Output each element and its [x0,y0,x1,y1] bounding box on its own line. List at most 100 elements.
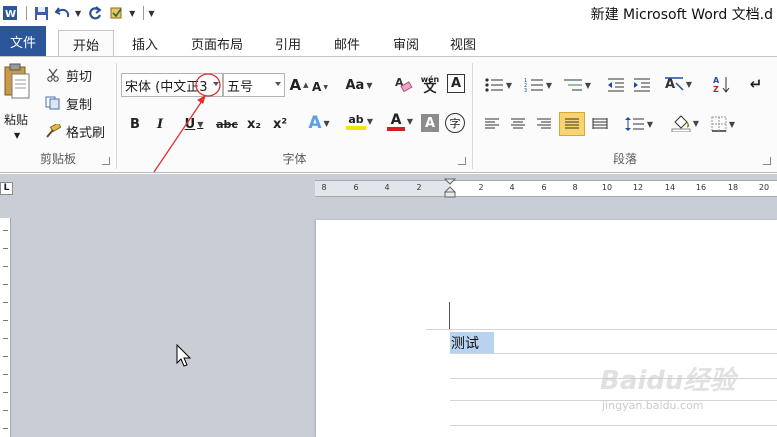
save-icon[interactable] [31,3,51,23]
increase-indent-button[interactable] [631,74,653,96]
font-name-combo[interactable]: 宋体 (中文正3 [121,73,223,97]
horizontal-ruler[interactable]: 8 6 4 2 2 4 6 8 10 12 14 16 18 20 [315,178,777,200]
vertical-ruler-tick [3,266,8,267]
qat-dropdown-icon[interactable]: ▼ [129,9,135,18]
font-size-dropdown-icon[interactable] [275,82,281,86]
tab-home[interactable]: 开始 [58,30,114,57]
font-group-label: 字体 [282,152,307,166]
tab-insert[interactable]: 插入 [122,30,168,56]
italic-icon: I [156,116,164,132]
font-size-value: 五号 [227,79,254,95]
bullets-button[interactable]: ▼ [481,74,515,96]
align-right-button[interactable] [533,113,555,135]
copy-label: 复制 [66,97,93,113]
redo-icon[interactable] [85,3,105,23]
paint-bucket-icon [671,115,691,132]
shrink-font-icon: A [312,80,322,94]
text-effects-button[interactable]: A ▼ [305,112,333,134]
distributed-button[interactable] [589,113,611,135]
shrink-font-button[interactable]: A ▼ [311,76,329,98]
line-spacing-button[interactable]: ▼ [623,113,655,135]
selected-text[interactable]: 测试 [450,332,494,353]
margin-corner-mark [449,302,450,329]
tab-mailings[interactable]: 邮件 [324,30,370,56]
multilevel-list-button[interactable]: ▼ [561,74,593,96]
increase-indent-icon [634,78,650,92]
decrease-indent-icon [608,78,624,92]
borders-button[interactable]: ▼ [707,113,739,135]
subscript-button[interactable]: x₂ [243,113,265,135]
copy-button[interactable]: 复制 [44,93,92,113]
sort-button[interactable]: AZ [711,73,733,95]
undo-icon[interactable] [53,3,73,23]
decrease-indent-button[interactable] [605,74,627,96]
ruler-tick-label: 6 [541,183,547,192]
ruler-tick-label: 8 [321,183,327,192]
change-case-button[interactable]: Aa ▼ [343,74,375,96]
chinese-layout-button[interactable]: A ▼ [663,73,693,95]
show-formatting-marks-button[interactable]: ↵ [745,73,767,95]
character-border-button[interactable]: A [447,74,465,93]
superscript-button[interactable]: x² [269,113,291,135]
svg-text:A: A [713,76,720,85]
font-name-dropdown-icon[interactable] [213,82,219,86]
svg-text:W: W [5,9,16,20]
paragraph-launcher-icon[interactable] [763,157,771,165]
ruler-tick-label: 6 [353,183,359,192]
paste-button[interactable]: 粘贴 ▼ [2,63,34,141]
cut-button[interactable]: 剪切 [44,65,92,85]
font-launcher-icon[interactable] [458,157,466,165]
character-shading-icon: A [424,115,436,131]
change-case-icon: Aa [345,77,365,93]
document-page[interactable]: 测试 [316,220,777,437]
align-center-button[interactable] [507,113,529,135]
highlight-button[interactable]: ab ▼ [339,111,373,133]
grow-font-button[interactable]: A ▲ [289,74,309,96]
numbering-button[interactable]: 1 2 3 ▼ [521,74,555,96]
qat-more-icon[interactable]: ▼ [148,9,154,18]
format-painter-button[interactable]: 格式刷 [44,121,105,141]
paste-dropdown-icon[interactable]: ▼ [14,131,20,140]
indent-marker-icon[interactable] [444,178,456,200]
tab-view[interactable]: 视图 [440,30,486,56]
numbering-icon: 123 [524,78,543,93]
align-right-icon [537,118,551,129]
paste-label: 粘贴 [4,113,29,127]
word-app-icon[interactable]: W [0,3,20,23]
tab-review[interactable]: 审阅 [384,30,428,56]
font-size-combo[interactable]: 五号 [223,73,285,97]
align-left-icon [485,118,499,129]
justify-button[interactable] [559,112,585,136]
highlight-color-swatch [346,126,366,130]
underline-button[interactable]: U ▼ [177,113,211,135]
tab-file[interactable]: 文件 [0,26,46,56]
undo-dropdown-icon[interactable]: ▼ [75,9,81,18]
phonetic-guide-icon: 文 [423,81,437,96]
bold-button[interactable]: B [125,113,145,135]
tab-page-layout[interactable]: 页面布局 [180,30,254,56]
font-color-button[interactable]: A ▼ [379,111,413,133]
enclose-characters-button[interactable]: 字 [445,113,465,133]
italic-button[interactable]: I [151,113,169,135]
paragraph-group-label: 段落 [612,152,637,166]
shading-button[interactable]: ▼ [669,112,701,134]
phonetic-guide-button[interactable]: wén 文 [419,73,441,95]
ruler-tick-label: 18 [727,183,739,192]
vertical-ruler[interactable] [0,218,11,437]
window-title: 新建 Microsoft Word 文档.d [590,7,773,23]
justify-icon [565,118,579,129]
tab-selector-icon[interactable]: L [0,182,13,195]
clipboard-launcher-icon[interactable] [102,157,110,165]
vertical-ruler-tick [3,248,8,249]
vertical-ruler-tick [3,410,8,411]
tab-references[interactable]: 引用 [266,30,310,56]
character-shading-button[interactable]: A [421,114,439,132]
clear-format-button[interactable]: A [393,73,413,95]
ruler-tick-label: 2 [416,183,422,192]
strikethrough-button[interactable]: abc [215,113,239,135]
highlight-icon: ab [348,113,364,126]
align-left-button[interactable] [481,113,503,135]
customize-quick-access-icon[interactable] [107,3,127,23]
svg-text:3: 3 [524,88,527,93]
superscript-icon: x² [272,116,288,132]
